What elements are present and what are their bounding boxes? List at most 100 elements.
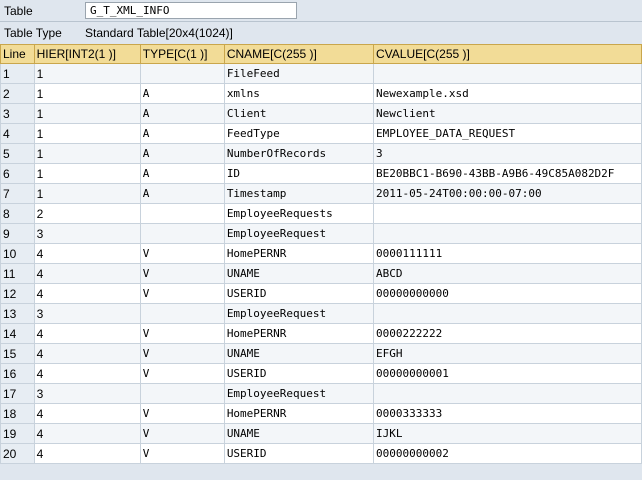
cell-cvalue[interactable]: ABCD — [373, 263, 642, 284]
cell-cname[interactable]: NumberOfRecords — [223, 143, 375, 164]
cell-cvalue[interactable] — [373, 203, 642, 224]
table-row[interactable]: 20 4 V USERID 00000000002 — [0, 443, 642, 464]
cell-hier[interactable]: 4 — [33, 423, 141, 444]
table-row[interactable]: 17 3 EmployeeRequest — [0, 383, 642, 404]
cell-cvalue[interactable]: EMPLOYEE_DATA_REQUEST — [373, 123, 642, 144]
table-row[interactable]: 14 4 V HomePERNR 0000222222 — [0, 323, 642, 344]
cell-line[interactable]: 18 — [0, 403, 35, 424]
cell-hier[interactable]: 4 — [33, 403, 141, 424]
cell-cvalue[interactable]: 0000333333 — [373, 403, 642, 424]
cell-hier[interactable]: 1 — [33, 163, 141, 184]
table-row[interactable]: 10 4 V HomePERNR 0000111111 — [0, 243, 642, 264]
table-row[interactable]: 4 1 A FeedType EMPLOYEE_DATA_REQUEST — [0, 123, 642, 144]
cell-hier[interactable]: 1 — [33, 63, 141, 84]
cell-line[interactable]: 9 — [0, 223, 35, 244]
cell-hier[interactable]: 2 — [33, 203, 141, 224]
column-header-cname[interactable]: CNAME[C(255 )] — [223, 44, 375, 64]
column-header-line[interactable]: Line — [0, 44, 35, 64]
cell-type[interactable]: A — [139, 123, 225, 144]
cell-type[interactable]: A — [139, 183, 225, 204]
cell-line[interactable]: 8 — [0, 203, 35, 224]
table-row[interactable]: 3 1 A Client Newclient — [0, 103, 642, 124]
cell-type[interactable]: V — [139, 323, 225, 344]
cell-type[interactable]: V — [139, 263, 225, 284]
cell-type[interactable] — [139, 303, 225, 324]
table-row[interactable]: 11 4 V UNAME ABCD — [0, 263, 642, 284]
cell-hier[interactable]: 4 — [33, 363, 141, 384]
table-row[interactable]: 7 1 A Timestamp 2011-05-24T00:00:00-07:00 — [0, 183, 642, 204]
cell-line[interactable]: 16 — [0, 363, 35, 384]
table-row[interactable]: 8 2 EmployeeRequests — [0, 203, 642, 224]
cell-cvalue[interactable] — [373, 303, 642, 324]
cell-cvalue[interactable]: 0000111111 — [373, 243, 642, 264]
cell-cvalue[interactable] — [373, 63, 642, 84]
cell-cvalue[interactable]: EFGH — [373, 343, 642, 364]
cell-hier[interactable]: 4 — [33, 343, 141, 364]
table-row[interactable]: 16 4 V USERID 00000000001 — [0, 363, 642, 384]
cell-type[interactable] — [139, 203, 225, 224]
table-row[interactable]: 6 1 A ID BE20BBC1-B690-43BB-A9B6-49C85A082D2… — [0, 163, 642, 184]
cell-hier[interactable]: 1 — [33, 103, 141, 124]
table-row[interactable]: 18 4 V HomePERNR 0000333333 — [0, 403, 642, 424]
cell-cvalue[interactable]: 2011-05-24T00:00:00-07:00 — [373, 183, 642, 204]
cell-cname[interactable]: FeedType — [223, 123, 375, 144]
cell-cvalue[interactable] — [373, 383, 642, 404]
cell-cname[interactable]: USERID — [223, 363, 375, 384]
table-row[interactable]: 1 1 FileFeed — [0, 63, 642, 84]
cell-type[interactable]: V — [139, 403, 225, 424]
cell-cvalue[interactable]: 0000222222 — [373, 323, 642, 344]
cell-line[interactable]: 13 — [0, 303, 35, 324]
table-name-field[interactable]: G_T_XML_INFO — [85, 2, 297, 19]
cell-cvalue[interactable]: 00000000001 — [373, 363, 642, 384]
cell-line[interactable]: 10 — [0, 243, 35, 264]
cell-type[interactable]: A — [139, 143, 225, 164]
cell-hier[interactable]: 4 — [33, 323, 141, 344]
cell-cvalue[interactable]: 00000000002 — [373, 443, 642, 464]
cell-line[interactable]: 11 — [0, 263, 35, 284]
cell-cname[interactable]: EmployeeRequest — [223, 383, 375, 404]
cell-line[interactable]: 5 — [0, 143, 35, 164]
cell-line[interactable]: 2 — [0, 83, 35, 104]
cell-line[interactable]: 1 — [0, 63, 35, 84]
cell-cname[interactable]: FileFeed — [223, 63, 375, 84]
cell-cname[interactable]: USERID — [223, 283, 375, 304]
cell-cname[interactable]: ID — [223, 163, 375, 184]
cell-cname[interactable]: HomePERNR — [223, 243, 375, 264]
cell-line[interactable]: 20 — [0, 443, 35, 464]
table-row[interactable]: 5 1 A NumberOfRecords 3 — [0, 143, 642, 164]
table-row[interactable]: 12 4 V USERID 00000000000 — [0, 283, 642, 304]
cell-cvalue[interactable]: 00000000000 — [373, 283, 642, 304]
table-row[interactable]: 2 1 Axmlns Newexample.xsd — [0, 83, 642, 104]
cell-hier[interactable]: 1 — [33, 143, 141, 164]
cell-type[interactable]: A — [139, 103, 225, 124]
cell-type[interactable]: A — [139, 163, 225, 184]
cell-hier[interactable]: 3 — [33, 303, 141, 324]
cell-cname[interactable]: UNAME — [223, 263, 375, 284]
cell-hier[interactable]: 4 — [33, 243, 141, 264]
cell-type[interactable]: A — [139, 83, 225, 104]
cell-type[interactable]: V — [139, 243, 225, 264]
table-row[interactable]: 19 4 V UNAME IJKL — [0, 423, 642, 444]
cell-cname[interactable]: HomePERNR — [223, 403, 375, 424]
cell-hier[interactable]: 3 — [33, 383, 141, 404]
cell-cname[interactable]: xmlns — [223, 83, 375, 104]
cell-type[interactable]: V — [139, 343, 225, 364]
cell-line[interactable]: 4 — [0, 123, 35, 144]
cell-type[interactable] — [139, 63, 225, 84]
column-header-cvalue[interactable]: CVALUE[C(255 )] — [373, 44, 642, 64]
cell-type[interactable] — [139, 383, 225, 404]
cell-hier[interactable]: 1 — [33, 183, 141, 204]
cell-hier[interactable]: 1 — [33, 83, 141, 104]
cell-line[interactable]: 15 — [0, 343, 35, 364]
table-row[interactable]: 13 3 EmployeeRequest — [0, 303, 642, 324]
cell-type[interactable] — [139, 223, 225, 244]
cell-line[interactable]: 3 — [0, 103, 35, 124]
cell-cvalue[interactable]: IJKL — [373, 423, 642, 444]
cell-hier[interactable]: 4 — [33, 263, 141, 284]
cell-cvalue[interactable]: Newexample.xsd — [373, 83, 642, 104]
cell-cvalue[interactable] — [373, 223, 642, 244]
cell-line[interactable]: 6 — [0, 163, 35, 184]
cell-line[interactable]: 7 — [0, 183, 35, 204]
table-row[interactable]: 9 3 EmployeeRequest — [0, 223, 642, 244]
cell-type[interactable]: V — [139, 283, 225, 304]
